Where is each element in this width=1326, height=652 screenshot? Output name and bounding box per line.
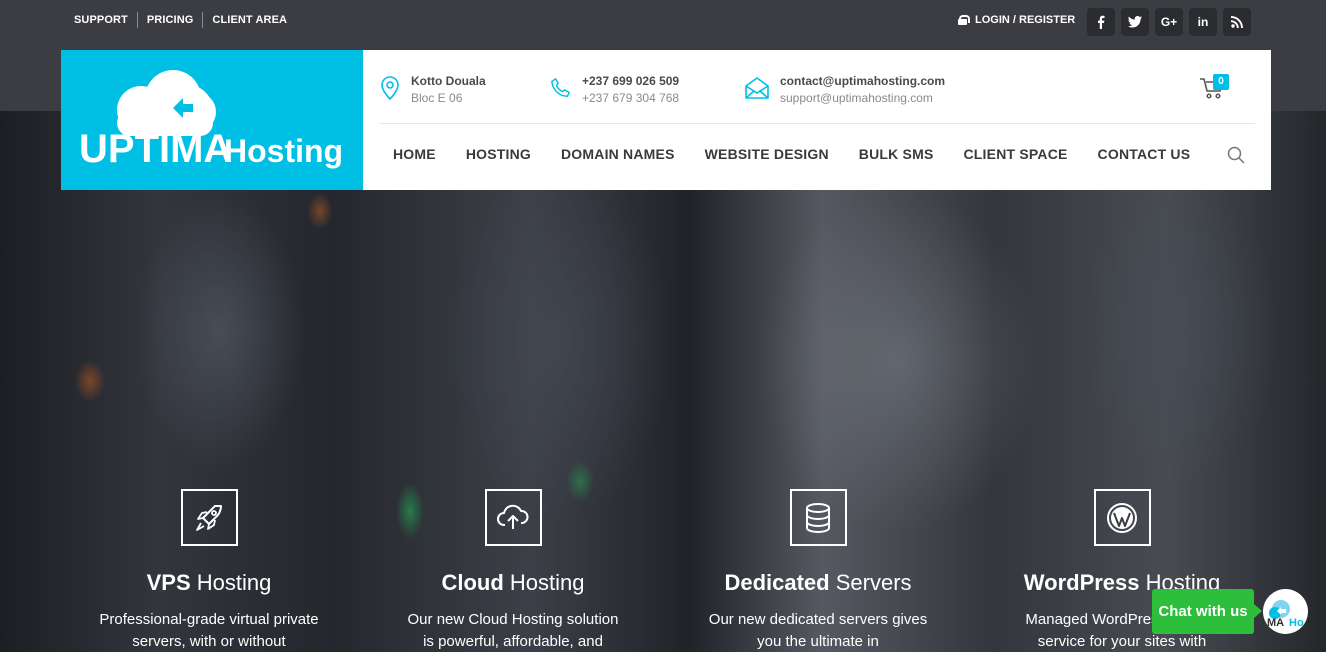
uptima-logo-graphic: UPTIMA Hosting xyxy=(79,70,343,171)
services-section: VPS Hosting Professional-grade virtual p… xyxy=(0,489,1326,652)
top-link-support[interactable]: SUPPORT xyxy=(74,12,137,28)
email-line-2[interactable]: support@uptimahosting.com xyxy=(780,89,945,107)
service-title: VPS Hosting xyxy=(146,570,272,595)
phone-icon xyxy=(550,75,572,101)
nav-hosting[interactable]: HOSTING xyxy=(466,146,531,162)
contact-address: Kotto Douala Bloc E 06 xyxy=(379,73,486,107)
header-divider xyxy=(379,123,1255,124)
login-register-label: LOGIN / REGISTER xyxy=(975,14,1076,26)
cart-count-badge: 0 xyxy=(1213,74,1229,90)
cloud-upload-icon xyxy=(484,489,542,546)
database-icon xyxy=(789,489,847,546)
envelope-icon xyxy=(744,75,770,101)
service-title: Cloud Hosting xyxy=(441,570,585,595)
main-nav: HOME HOSTING DOMAIN NAMES WEBSITE DESIGN… xyxy=(393,146,1190,162)
address-line-1: Kotto Douala xyxy=(411,74,486,88)
map-pin-icon xyxy=(379,75,401,101)
service-dedicated[interactable]: Dedicated Servers Our new dedicated serv… xyxy=(668,489,968,652)
address-line-2: Bloc E 06 xyxy=(411,91,463,105)
wordpress-icon xyxy=(1093,489,1151,546)
service-description: Our new Cloud Hosting solution is powerf… xyxy=(407,611,619,650)
contact-phone: +237 699 026 509 +237 679 304 768 xyxy=(550,73,679,107)
facebook-icon[interactable] xyxy=(1087,8,1115,36)
nav-contact-us[interactable]: CONTACT US xyxy=(1098,146,1191,162)
chat-avatar[interactable]: MA Ho xyxy=(1263,589,1308,634)
header-card: Kotto Douala Bloc E 06 +237 699 026 509 … xyxy=(363,50,1271,190)
nav-client-space[interactable]: CLIENT SPACE xyxy=(964,146,1068,162)
service-title: Dedicated Servers xyxy=(724,570,912,595)
email-line-1[interactable]: contact@uptimahosting.com xyxy=(780,73,945,89)
chat-with-us-button[interactable]: Chat with us xyxy=(1152,589,1262,634)
nav-home[interactable]: HOME xyxy=(393,146,436,162)
google-plus-icon[interactable]: G+ xyxy=(1155,8,1183,36)
service-description: Professional-grade virtual private serve… xyxy=(99,611,319,650)
social-links: G+ in xyxy=(1087,8,1251,36)
svg-text:Hosting: Hosting xyxy=(224,133,343,169)
nav-website-design[interactable]: WEBSITE DESIGN xyxy=(705,146,829,162)
service-cloud[interactable]: Cloud Hosting Our new Cloud Hosting solu… xyxy=(363,489,663,652)
top-link-pricing[interactable]: PRICING xyxy=(136,12,203,28)
site-logo[interactable]: UPTIMA Hosting xyxy=(61,50,363,190)
top-links: SUPPORT PRICING CLIENT AREA xyxy=(74,12,296,28)
phone-line-1: +237 699 026 509 xyxy=(582,74,680,88)
contact-email: contact@uptimahosting.com support@uptima… xyxy=(744,73,945,107)
rocket-icon xyxy=(180,489,238,546)
search-icon[interactable] xyxy=(1227,146,1245,169)
nav-domain-names[interactable]: DOMAIN NAMES xyxy=(561,146,675,162)
twitter-icon[interactable] xyxy=(1121,8,1149,36)
svg-text:MA: MA xyxy=(1267,617,1284,629)
rss-icon[interactable] xyxy=(1223,8,1251,36)
service-vps[interactable]: VPS Hosting Professional-grade virtual p… xyxy=(59,489,359,652)
lock-icon xyxy=(958,15,970,25)
svg-text:UPTIMA: UPTIMA xyxy=(79,127,232,171)
login-register-link[interactable]: LOGIN / REGISTER xyxy=(958,14,1075,26)
linkedin-icon[interactable]: in xyxy=(1189,8,1217,36)
service-description: Our new dedicated servers gives you the … xyxy=(708,611,928,650)
nav-bulk-sms[interactable]: BULK SMS xyxy=(859,146,934,162)
uptima-logo-small-icon: MA Ho xyxy=(1267,600,1304,629)
top-link-client-area[interactable]: CLIENT AREA xyxy=(202,12,296,28)
phone-line-2: +237 679 304 768 xyxy=(582,91,680,105)
